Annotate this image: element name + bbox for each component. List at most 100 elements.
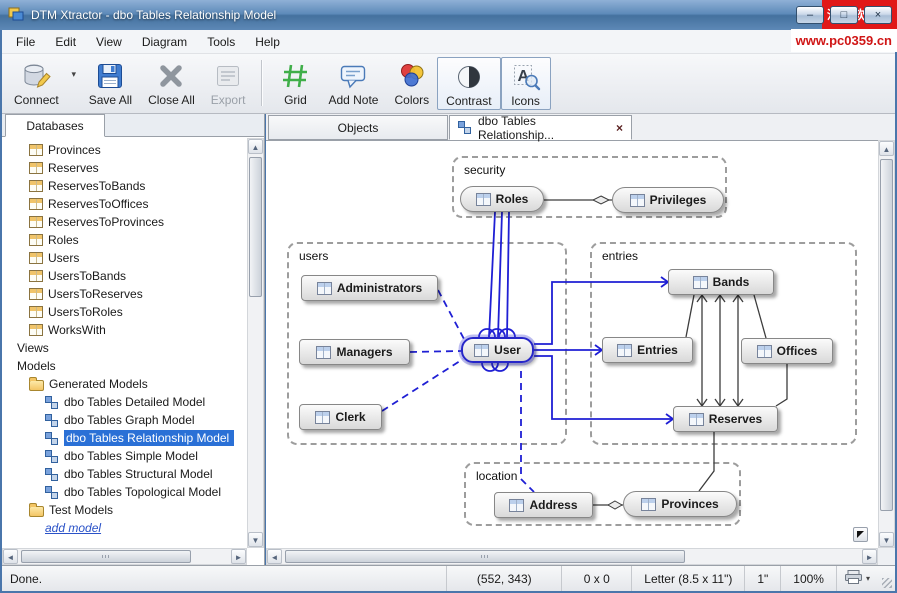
icons-label: Icons	[511, 94, 540, 108]
table-icon	[689, 413, 704, 426]
entity-reserves[interactable]: Reserves	[673, 406, 778, 432]
scroll-up-icon[interactable]: ▲	[879, 141, 894, 156]
scroll-right-icon[interactable]: ►	[862, 549, 877, 564]
entity-label: User	[494, 343, 521, 357]
scroll-down-icon[interactable]: ▼	[248, 532, 263, 547]
menu-tools[interactable]: Tools	[197, 32, 245, 52]
colors-icon	[397, 60, 427, 91]
model-icon	[458, 121, 472, 134]
tab-databases[interactable]: Databases	[5, 114, 105, 137]
tree-item-userstoroles[interactable]: UsersToRoles	[2, 303, 247, 321]
menu-help[interactable]: Help	[245, 32, 290, 52]
menu-file[interactable]: File	[6, 32, 45, 52]
close-button[interactable]: ×	[864, 6, 892, 24]
tree-item-userstoreserves[interactable]: UsersToReserves	[2, 285, 247, 303]
scroll-left-icon[interactable]: ◄	[3, 549, 18, 564]
close-all-button[interactable]: Close All	[140, 57, 203, 108]
tree-label: Users	[48, 251, 79, 265]
scroll-left-icon[interactable]: ◄	[267, 549, 282, 564]
tree-item-test-models[interactable]: Test Models	[2, 501, 247, 519]
menu-edit[interactable]: Edit	[45, 32, 86, 52]
add-note-button[interactable]: Add Note	[320, 57, 386, 108]
entity-bands[interactable]: Bands	[668, 269, 774, 295]
entity-offices[interactable]: Offices	[741, 338, 833, 364]
model-icon	[45, 396, 59, 409]
entity-user[interactable]: User	[461, 337, 534, 363]
statusbar: Done. (552, 343) 0 x 0 Letter (8.5 x 11"…	[2, 565, 895, 591]
tree-item-model-relationship[interactable]: dbo Tables Relationship Model	[2, 429, 247, 447]
tree-item-reservestooffices[interactable]: ReservesToOffices	[2, 195, 247, 213]
tree-vertical-scrollbar[interactable]: ▲ ▼	[247, 138, 264, 548]
close-all-label: Close All	[148, 93, 195, 107]
tree-item-model-structural[interactable]: dbo Tables Structural Model	[2, 465, 247, 483]
tree-item-model-topological[interactable]: dbo Tables Topological Model	[2, 483, 247, 501]
resize-grip[interactable]	[878, 566, 895, 591]
scrollbar-thumb[interactable]	[21, 550, 191, 563]
export-button[interactable]: Export	[203, 57, 254, 108]
table-icon	[29, 180, 43, 192]
tree-item-users[interactable]: Users	[2, 249, 247, 267]
tree-item-views[interactable]: Views	[2, 339, 247, 357]
tree-item-add-model[interactable]: add model	[2, 519, 247, 537]
scrollbar-thumb[interactable]	[249, 157, 262, 297]
tab-close-icon[interactable]: ×	[616, 121, 623, 135]
minimize-button[interactable]: –	[796, 6, 824, 24]
tree-label: ReservesToOffices	[48, 197, 148, 211]
entity-clerk[interactable]: Clerk	[299, 404, 382, 430]
scroll-right-icon[interactable]: ►	[231, 549, 246, 564]
printer-button[interactable]: ▾	[836, 566, 878, 591]
grid-button[interactable]: Grid	[270, 57, 320, 108]
tree-item-generated-models[interactable]: Generated Models	[2, 375, 247, 393]
model-icon	[45, 414, 59, 427]
tree-item-model-simple[interactable]: dbo Tables Simple Model	[2, 447, 247, 465]
tree-item-userstobands[interactable]: UsersToBands	[2, 267, 247, 285]
tree-item-reservestobands[interactable]: ReservesToBands	[2, 177, 247, 195]
entity-administrators[interactable]: Administrators	[301, 275, 438, 301]
tree-horizontal-scrollbar[interactable]: ◄ ►	[2, 548, 247, 565]
tree-item-workswith[interactable]: WorksWith	[2, 321, 247, 339]
save-all-button[interactable]: Save All	[81, 57, 140, 108]
canvas-vertical-scrollbar[interactable]: ▲ ▼	[878, 140, 895, 548]
tree-item-provinces[interactable]: Provinces	[2, 141, 247, 159]
canvas-horizontal-scrollbar[interactable]: ◄ ►	[266, 548, 878, 565]
table-icon	[617, 344, 632, 357]
icons-button[interactable]: A Icons	[501, 57, 551, 110]
scroll-up-icon[interactable]: ▲	[248, 139, 263, 154]
colors-label: Colors	[394, 93, 429, 107]
colors-button[interactable]: Colors	[386, 57, 437, 108]
diagram-canvas[interactable]: security users entries location	[266, 140, 878, 548]
table-icon	[757, 345, 772, 358]
tab-relationship-model[interactable]: dbo Tables Relationship... ×	[449, 115, 632, 140]
entity-address[interactable]: Address	[494, 492, 593, 518]
scrollbar-thumb[interactable]	[285, 550, 685, 563]
printer-icon	[845, 570, 862, 587]
entity-managers[interactable]: Managers	[299, 339, 410, 365]
tree-item-reservestoprovinces[interactable]: ReservesToProvinces	[2, 213, 247, 231]
tab-objects[interactable]: Objects	[268, 115, 448, 140]
tree-item-model-detailed[interactable]: dbo Tables Detailed Model	[2, 393, 247, 411]
dropdown-icon: ▾	[71, 69, 76, 80]
connect-button[interactable]: Connect	[6, 57, 67, 108]
connect-dropdown[interactable]: ▾	[67, 57, 81, 91]
tree-item-reserves[interactable]: Reserves	[2, 159, 247, 177]
entity-entries[interactable]: Entries	[602, 337, 693, 363]
entity-label: Address	[529, 498, 577, 512]
cursor-coordinates: (552, 343)	[446, 566, 561, 591]
connect-icon	[21, 60, 51, 91]
overview-button[interactable]	[853, 527, 868, 542]
tree-item-roles[interactable]: Roles	[2, 231, 247, 249]
watermark-url: www.pc0359.cn	[791, 29, 897, 52]
contrast-button[interactable]: Contrast	[437, 57, 500, 110]
menu-view[interactable]: View	[86, 32, 132, 52]
grid-icon	[280, 60, 310, 91]
entity-roles[interactable]: Roles	[460, 186, 544, 212]
tree-item-models[interactable]: Models	[2, 357, 247, 375]
scroll-down-icon[interactable]: ▼	[879, 532, 894, 547]
entity-provinces[interactable]: Provinces	[623, 491, 737, 517]
menu-diagram[interactable]: Diagram	[132, 32, 197, 52]
tree-item-model-graph[interactable]: dbo Tables Graph Model	[2, 411, 247, 429]
maximize-button[interactable]: □	[830, 6, 858, 24]
add-model-link[interactable]: add model	[45, 521, 101, 535]
scrollbar-thumb[interactable]	[880, 159, 893, 511]
entity-privileges[interactable]: Privileges	[612, 187, 724, 213]
